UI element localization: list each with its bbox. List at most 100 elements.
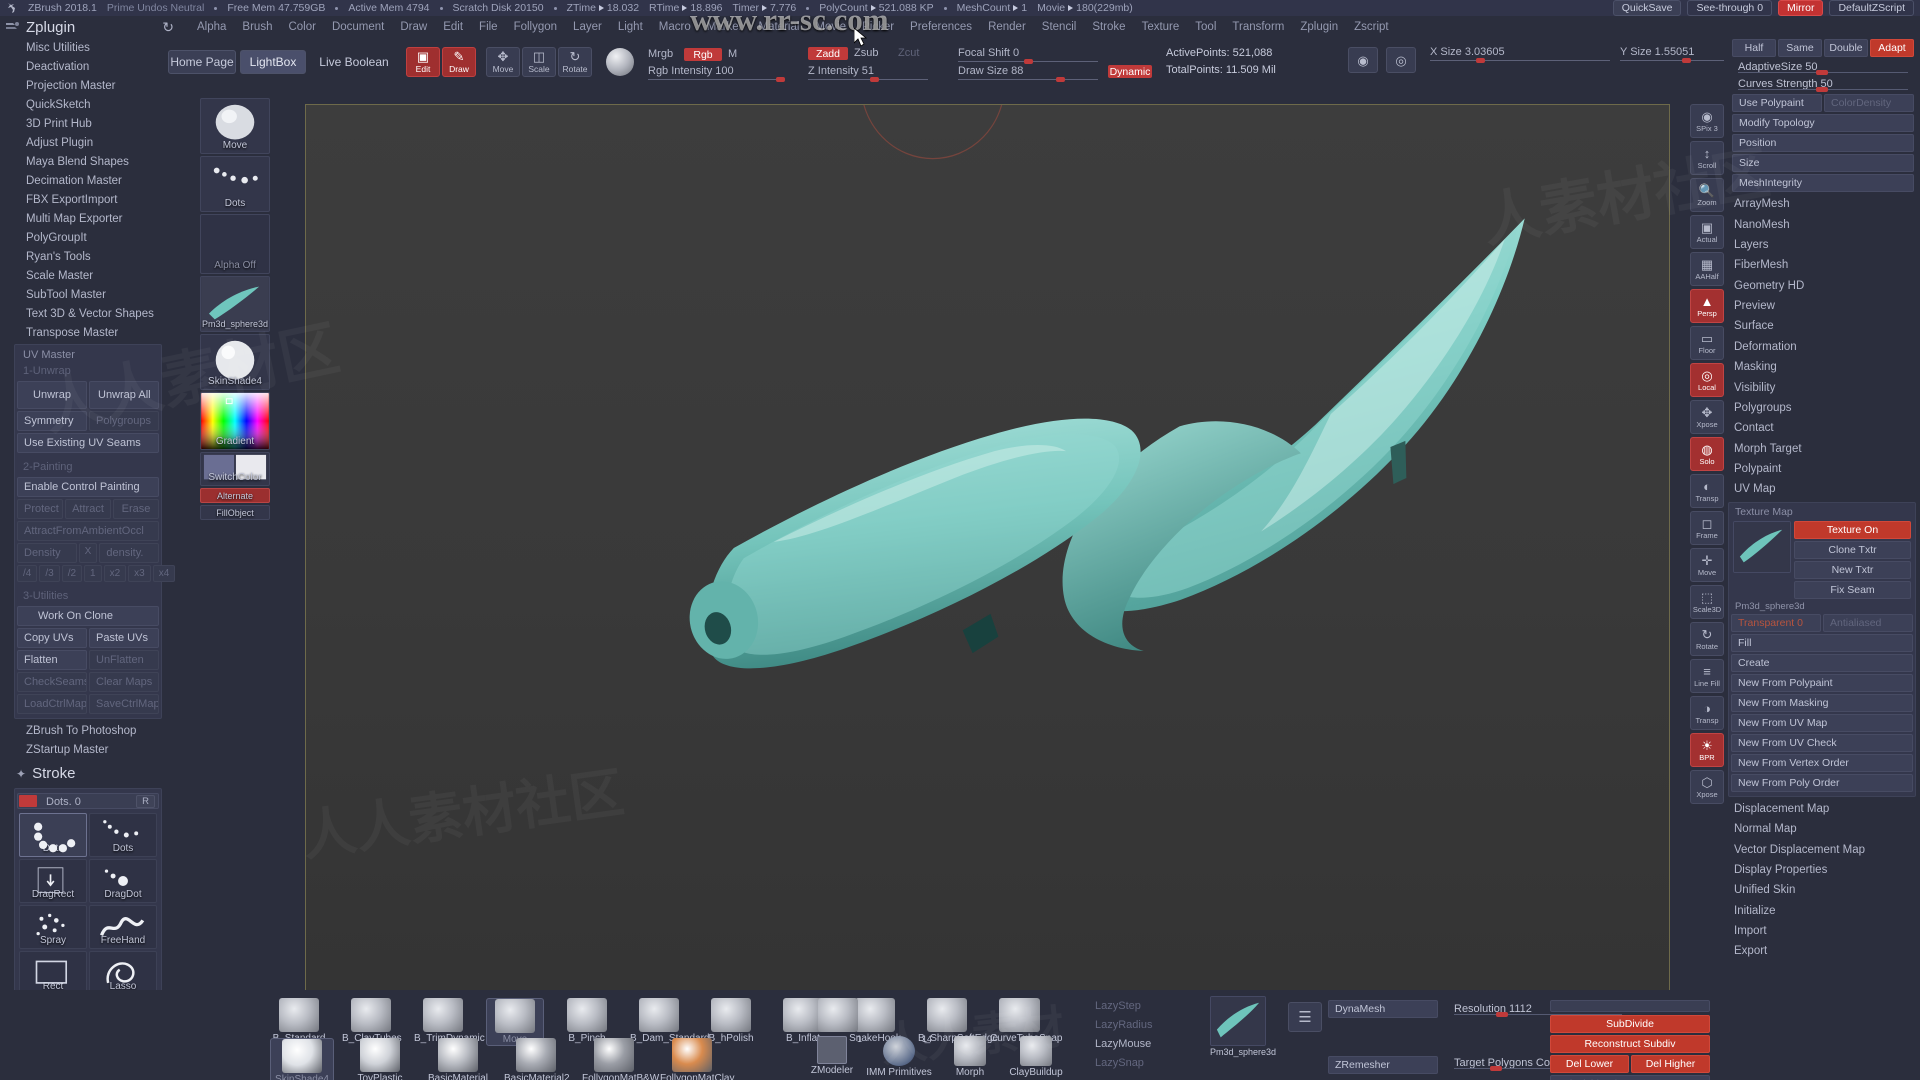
tool-item-polypaint[interactable]: Polypaint bbox=[1724, 459, 1920, 479]
new-from-uv-check-button[interactable]: New From UV Check bbox=[1731, 733, 1913, 752]
solo-icon[interactable]: ◍ Solo bbox=[1690, 437, 1724, 471]
plugin-item-multi-map-exporter[interactable]: Multi Map Exporter bbox=[0, 209, 168, 228]
zremesher-button[interactable]: ZRemesher bbox=[1328, 1056, 1438, 1074]
menu-item-macro[interactable]: Macro bbox=[652, 19, 698, 35]
tool-item-display-properties[interactable]: Display Properties bbox=[1724, 860, 1920, 880]
tool-item-uv-map[interactable]: UV Map bbox=[1724, 479, 1920, 499]
move-icon[interactable]: ✛ Move bbox=[1690, 548, 1724, 582]
size-button[interactable]: Size bbox=[1732, 154, 1914, 172]
tool-item-unified-skin[interactable]: Unified Skin bbox=[1724, 880, 1920, 900]
actual-size-icon[interactable]: ▣ Actual bbox=[1690, 215, 1724, 249]
draw-size-slider[interactable]: Draw Size 88 bbox=[958, 65, 1098, 82]
material-skinshade4[interactable]: SkinShade4 bbox=[270, 1038, 334, 1080]
use-existing-uv-seams-button[interactable]: Use Existing UV Seams bbox=[17, 433, 159, 453]
attract-button[interactable]: Attract bbox=[65, 499, 111, 519]
quicksave-button[interactable]: QuickSave bbox=[1612, 0, 1682, 16]
m-button[interactable]: M bbox=[728, 48, 737, 60]
density-slider[interactable]: density. bbox=[99, 543, 160, 563]
material-toyplastic[interactable]: ToyPlastic bbox=[348, 1038, 412, 1080]
plugin-item-zbrush-to-photoshop[interactable]: ZBrush To Photoshop bbox=[0, 721, 168, 740]
stroke-dots-swatch[interactable]: Dots bbox=[19, 813, 87, 857]
copy-uvs-button[interactable]: Copy UVs bbox=[17, 628, 87, 648]
stroke-freehand-swatch[interactable]: FreeHand bbox=[89, 905, 157, 949]
material-follygonmatclay[interactable]: FollygonMatClay bbox=[660, 1038, 734, 1080]
shelf-material-preview[interactable]: SkinShade4 bbox=[200, 334, 270, 390]
lazy-radius-slider[interactable]: LazyRadius bbox=[1095, 1019, 1205, 1031]
lazy-mouse-button[interactable]: LazyMouse bbox=[1095, 1038, 1205, 1050]
stroke-r-badge[interactable]: R bbox=[136, 795, 155, 808]
rotate-tool-button[interactable]: ↻ Rotate bbox=[558, 47, 592, 77]
z-intensity-slider[interactable]: Z Intensity 51 bbox=[808, 65, 938, 82]
stroke-palette-header[interactable]: ✦ Stroke bbox=[0, 759, 168, 786]
stroke-dragrect-swatch[interactable]: DragRect bbox=[19, 859, 87, 903]
new-from-uv-map-button[interactable]: New From UV Map bbox=[1731, 713, 1913, 732]
reload-icon[interactable]: ↻ bbox=[162, 19, 190, 36]
lazy-step-slider[interactable]: LazyStep bbox=[1095, 1000, 1205, 1012]
work-on-clone-button[interactable]: Work On Clone bbox=[17, 606, 159, 626]
menu-item-zscript[interactable]: Zscript bbox=[1347, 19, 1396, 35]
texture-map-title[interactable]: Texture Map bbox=[1731, 505, 1913, 519]
tool-item-contact[interactable]: Contact bbox=[1724, 418, 1920, 438]
shelf-alpha-preview[interactable]: Alpha Off bbox=[200, 214, 270, 274]
live-boolean-button[interactable]: Live Boolean bbox=[312, 50, 396, 74]
plugin-item-zstartup-master[interactable]: ZStartup Master bbox=[0, 740, 168, 759]
half-button[interactable]: Half bbox=[1732, 39, 1776, 57]
transp-icon[interactable]: ◐ Transp bbox=[1690, 474, 1724, 508]
menu-item-zplugin[interactable]: Zplugin bbox=[1293, 19, 1345, 35]
new-from-masking-button[interactable]: New From Masking bbox=[1731, 693, 1913, 712]
menu-item-brush[interactable]: Brush bbox=[235, 19, 279, 35]
x-size-slider[interactable]: X Size 3.03605 bbox=[1430, 46, 1610, 63]
zcut-button[interactable]: Zcut bbox=[898, 47, 919, 59]
transparent-slider[interactable]: Transparent 0 bbox=[1731, 613, 1821, 632]
check-seams-button[interactable]: CheckSeams bbox=[17, 672, 87, 692]
position-button[interactable]: Position bbox=[1732, 134, 1914, 152]
xpose2-icon[interactable]: ⬡ Xpose bbox=[1690, 770, 1724, 804]
aahalf-icon[interactable]: ▦ AAHalf bbox=[1690, 252, 1724, 286]
new-txtr-button[interactable]: New Txtr bbox=[1794, 560, 1911, 579]
rotate-icon[interactable]: ↻ Rotate bbox=[1690, 622, 1724, 656]
menu-item-stencil[interactable]: Stencil bbox=[1035, 19, 1084, 35]
plugin-item-fbx-exportimport[interactable]: FBX ExportImport bbox=[0, 190, 168, 209]
shelf-stroke-preview[interactable]: Dots bbox=[200, 156, 270, 212]
spotlight-button[interactable]: ◉ bbox=[1348, 47, 1378, 73]
tool-item-initialize[interactable]: Initialize bbox=[1724, 901, 1920, 921]
tool-item-polygroups[interactable]: Polygroups bbox=[1724, 398, 1920, 418]
xpose-icon[interactable]: ✥ Xpose bbox=[1690, 400, 1724, 434]
rgb-button[interactable]: Rgb bbox=[684, 48, 722, 61]
claybuildup-slot[interactable]: ClayBuildup bbox=[1000, 1036, 1072, 1078]
mesh-integrity-button[interactable]: MeshIntegrity bbox=[1732, 174, 1914, 192]
shelf-tool-preview[interactable]: Move bbox=[200, 98, 270, 154]
plugin-item-projection-master[interactable]: Projection Master bbox=[0, 76, 168, 95]
double-button[interactable]: Double bbox=[1824, 39, 1868, 57]
stroke-spray-swatch[interactable]: Spray bbox=[19, 905, 87, 949]
density-step-x2[interactable]: x2 bbox=[103, 565, 127, 582]
del-higher-button[interactable]: Del Higher bbox=[1631, 1055, 1710, 1073]
stroke-current-slider[interactable]: Dots. 0 R bbox=[17, 793, 159, 809]
density-step-x3[interactable]: x3 bbox=[128, 565, 151, 582]
tool-item-import[interactable]: Import bbox=[1724, 921, 1920, 941]
move-tool-button[interactable]: ✥ Move bbox=[486, 47, 520, 77]
menu-item-tool[interactable]: Tool bbox=[1188, 19, 1223, 35]
polygroups-button[interactable]: Polygroups bbox=[89, 411, 159, 431]
zadd-button[interactable]: Zadd bbox=[808, 47, 848, 60]
plugin-item-adjust-plugin[interactable]: Adjust Plugin bbox=[0, 133, 168, 152]
plugin-item-quicksketch[interactable]: QuickSketch bbox=[0, 95, 168, 114]
tool-item-layers[interactable]: Layers bbox=[1724, 235, 1920, 255]
curvetubesnap-slot[interactable] bbox=[960, 998, 1080, 1032]
line-fill-icon[interactable]: ≡ Line Fill bbox=[1690, 659, 1724, 693]
tool-item-arraymesh[interactable]: ArrayMesh bbox=[1724, 194, 1920, 214]
scale-tool-button[interactable]: ◫ Scale bbox=[522, 47, 556, 77]
density-step-x4[interactable]: x4 bbox=[152, 565, 176, 582]
density-x-button[interactable]: X bbox=[78, 543, 98, 563]
menu-item-file[interactable]: File bbox=[472, 19, 505, 35]
density-step-1[interactable]: 1 bbox=[84, 565, 102, 582]
enable-control-painting-button[interactable]: Enable Control Painting bbox=[17, 477, 159, 497]
subdiv-size-slider[interactable]: SubDivide Size bbox=[1550, 1075, 1710, 1080]
texture-on-button[interactable]: Texture On bbox=[1794, 520, 1911, 539]
plugin-item-scale-master[interactable]: Scale Master bbox=[0, 266, 168, 285]
clear-maps-button[interactable]: Clear Maps bbox=[89, 672, 159, 692]
tool-item-normal-map[interactable]: Normal Map bbox=[1724, 819, 1920, 839]
bpr-render-icon[interactable]: ☀ BPR bbox=[1690, 733, 1724, 767]
modify-topology-button[interactable]: Modify Topology bbox=[1732, 114, 1914, 132]
stroke-lasso-swatch[interactable]: Lasso bbox=[89, 951, 157, 995]
